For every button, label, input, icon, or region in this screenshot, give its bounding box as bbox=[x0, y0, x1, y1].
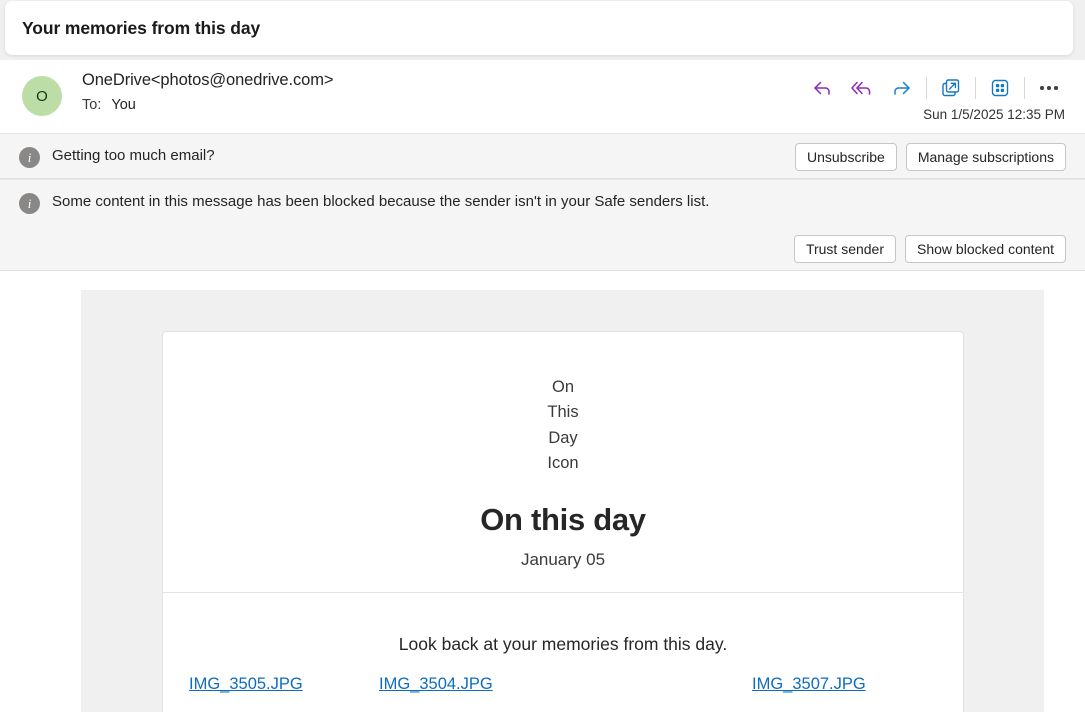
unsubscribe-banner-buttons: Unsubscribe Manage subscriptions bbox=[794, 143, 1066, 171]
toolbar-divider bbox=[926, 77, 927, 99]
avatar-initial: O bbox=[36, 87, 48, 105]
image-links-row: IMG_3505.JPG IMG_3504.JPG IMG_3507.JPG bbox=[163, 675, 963, 701]
forward-icon bbox=[891, 77, 913, 99]
show-blocked-content-button[interactable]: Show blocked content bbox=[905, 235, 1066, 263]
reply-all-button[interactable] bbox=[842, 70, 882, 106]
pop-out-icon bbox=[940, 77, 962, 99]
avatar: O bbox=[22, 76, 62, 116]
unsubscribe-banner: i Getting too much email? Unsubscribe Ma… bbox=[0, 133, 1085, 179]
page-title: Your memories from this day bbox=[22, 17, 261, 38]
blocked-content-banner: i Some content in this message has been … bbox=[0, 179, 1085, 271]
more-options-icon bbox=[1040, 86, 1058, 90]
image-link[interactable]: IMG_3507.JPG bbox=[752, 675, 866, 694]
blocked-content-banner-buttons: Trust sender Show blocked content bbox=[793, 235, 1066, 263]
reply-all-icon bbox=[850, 77, 874, 99]
to-value: You bbox=[111, 97, 136, 113]
message-timestamp: Sun 1/5/2025 12:35 PM bbox=[923, 107, 1065, 122]
sender-address[interactable]: OneDrive<photos@onedrive.com> bbox=[82, 71, 334, 90]
to-label: To: bbox=[82, 97, 102, 113]
reply-button[interactable] bbox=[802, 70, 842, 106]
unsubscribe-banner-text: Getting too much email? bbox=[52, 147, 215, 164]
recipient-line: To: You bbox=[82, 97, 333, 113]
blocked-image-alt-text: On This Day Icon bbox=[547, 378, 579, 472]
email-card-bottom: Look back at your memories from this day… bbox=[163, 593, 963, 712]
image-link[interactable]: IMG_3505.JPG bbox=[189, 675, 303, 694]
more-options-button[interactable] bbox=[1029, 70, 1069, 106]
info-icon: i bbox=[19, 193, 40, 214]
apps-grid-icon bbox=[989, 77, 1011, 99]
email-subhead: January 05 bbox=[520, 550, 606, 570]
image-link[interactable]: IMG_3504.JPG bbox=[379, 675, 493, 694]
email-content-card: On This Day Icon On this day January 05 … bbox=[162, 331, 964, 712]
blocked-content-banner-text: Some content in this message has been bl… bbox=[52, 193, 710, 210]
email-card-top: On This Day Icon On this day January 05 bbox=[163, 332, 963, 593]
reading-pane: O OneDrive<photos@onedrive.com> To: You bbox=[0, 60, 1085, 712]
subject-card: Your memories from this day bbox=[5, 1, 1073, 55]
message-actions bbox=[802, 68, 1069, 108]
pop-out-button[interactable] bbox=[931, 70, 971, 106]
email-headline: On this day bbox=[480, 502, 646, 538]
trust-sender-button[interactable]: Trust sender bbox=[793, 235, 897, 263]
reply-icon bbox=[811, 77, 833, 99]
info-icon: i bbox=[19, 147, 40, 168]
manage-subscriptions-button[interactable]: Manage subscriptions bbox=[905, 143, 1066, 171]
lookback-text: Look back at your memories from this day… bbox=[398, 634, 728, 654]
message-header: O OneDrive<photos@onedrive.com> To: You bbox=[0, 60, 1085, 133]
toolbar-divider-3 bbox=[1024, 77, 1025, 99]
sender-block: OneDrive<photos@onedrive.com> To: You bbox=[82, 71, 334, 113]
email-body: On This Day Icon On this day January 05 … bbox=[0, 271, 1085, 712]
apps-button[interactable] bbox=[980, 70, 1020, 106]
toolbar-divider-2 bbox=[975, 77, 976, 99]
unsubscribe-button[interactable]: Unsubscribe bbox=[794, 143, 897, 171]
forward-button[interactable] bbox=[882, 70, 922, 106]
